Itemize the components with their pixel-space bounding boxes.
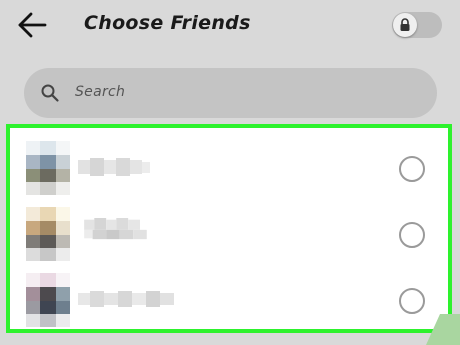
friend-name-blurred xyxy=(78,291,174,307)
avatar xyxy=(26,207,70,261)
friend-row[interactable] xyxy=(10,266,448,332)
header: Choose Friends xyxy=(0,0,460,58)
search-icon xyxy=(41,84,59,102)
watermark-corner xyxy=(426,314,460,345)
select-radio[interactable] xyxy=(399,156,425,182)
lock-toggle[interactable] xyxy=(392,12,442,38)
arrow-left-icon[interactable] xyxy=(16,11,48,39)
search-placeholder: Search xyxy=(75,84,126,100)
friend-row[interactable] xyxy=(10,134,448,200)
select-radio[interactable] xyxy=(399,222,425,248)
avatar xyxy=(26,273,70,327)
friends-list xyxy=(6,124,452,333)
search-input[interactable]: Search xyxy=(24,68,437,118)
friend-name-blurred xyxy=(78,158,150,176)
toggle-knob xyxy=(393,13,417,37)
page-title: Choose Friends xyxy=(84,12,251,34)
friend-name-blurred xyxy=(84,218,147,240)
friend-row[interactable] xyxy=(10,200,448,266)
select-radio[interactable] xyxy=(399,288,425,314)
avatar xyxy=(26,141,70,195)
lock-icon xyxy=(400,18,410,31)
